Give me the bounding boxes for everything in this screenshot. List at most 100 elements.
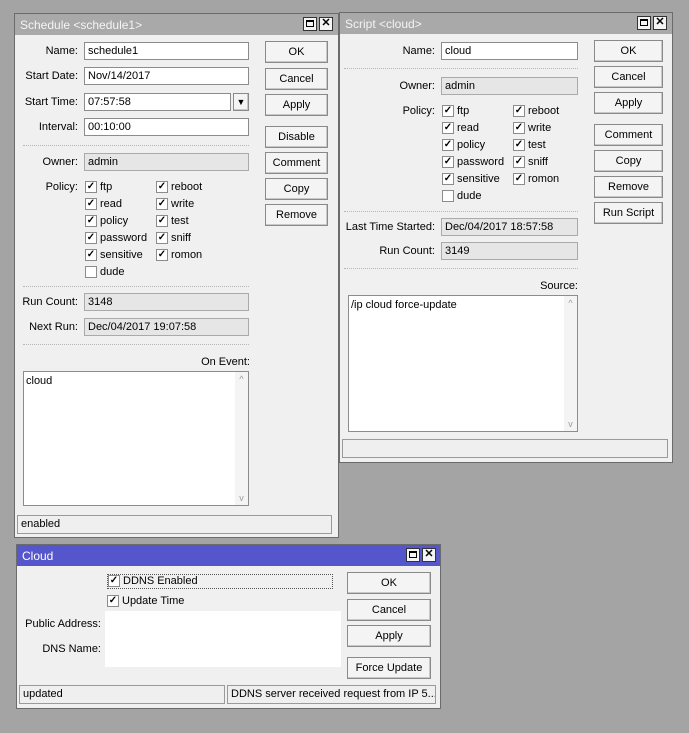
checkbox-box: ✓ <box>513 173 525 185</box>
cancel-button[interactable]: Cancel <box>347 599 431 621</box>
scroll-down-icon[interactable]: v <box>564 419 577 429</box>
name-field[interactable]: schedule1 <box>84 42 249 60</box>
maximize-icon[interactable] <box>303 17 317 31</box>
status-bar-right: DDNS server received request from IP 5..… <box>227 685 436 704</box>
public-address-field <box>105 611 341 637</box>
ok-button[interactable]: OK <box>265 41 328 63</box>
policy-romon-checkbox[interactable]: ✓ romon <box>156 249 202 263</box>
start-time-label: Start Time: <box>24 96 78 108</box>
schedule-window: Schedule <schedule1> ✕ Name: schedule1 S… <box>14 13 339 538</box>
policy-write-checkbox[interactable]: ✓ write <box>513 122 551 136</box>
source-textarea[interactable]: /ip cloud force-update ^ v <box>348 295 578 432</box>
public-address-label: Public Address: <box>25 618 101 630</box>
policy-test-checkbox[interactable]: ✓ test <box>156 215 189 229</box>
policy-reboot-checkbox[interactable]: ✓ reboot <box>156 181 202 195</box>
checkbox-box: ✓ <box>442 122 454 134</box>
close-icon[interactable]: ✕ <box>653 16 667 30</box>
scroll-down-icon[interactable]: v <box>235 493 248 503</box>
script-window: Script <cloud> ✕ Name: cloud Owner: admi… <box>339 12 673 463</box>
remove-button[interactable]: Remove <box>265 204 328 226</box>
policy-policy-checkbox[interactable]: ✓ policy <box>442 139 485 153</box>
apply-button[interactable]: Apply <box>594 92 663 114</box>
copy-button[interactable]: Copy <box>265 178 328 200</box>
policy-sniff-checkbox[interactable]: ✓ sniff <box>513 156 548 170</box>
checkbox-box <box>442 190 454 202</box>
separator <box>344 211 578 212</box>
copy-button[interactable]: Copy <box>594 150 663 172</box>
policy-sniff-checkbox[interactable]: ✓ sniff <box>156 232 191 246</box>
schedule-title: Schedule <schedule1> <box>20 18 143 32</box>
start-date-field[interactable]: Nov/14/2017 <box>84 67 249 85</box>
checkbox-box: ✓ <box>108 575 120 587</box>
scrollbar[interactable]: ^ v <box>235 372 248 505</box>
checkbox-box: ✓ <box>513 122 525 134</box>
policy-read-checkbox[interactable]: ✓ read <box>85 198 122 212</box>
start-time-dropdown-icon[interactable]: ▼ <box>233 93 249 111</box>
next-run-label: Next Run: <box>29 321 78 333</box>
scrollbar[interactable]: ^ v <box>564 296 577 431</box>
checkbox-box: ✓ <box>442 173 454 185</box>
remove-button[interactable]: Remove <box>594 176 663 198</box>
scroll-up-icon[interactable]: ^ <box>235 374 248 384</box>
policy-dude-checkbox[interactable]: dude <box>442 190 481 204</box>
cloud-titlebar[interactable]: Cloud <box>17 545 440 566</box>
policy-password-checkbox[interactable]: ✓ password <box>442 156 504 170</box>
separator <box>344 268 578 269</box>
separator <box>344 68 578 69</box>
policy-romon-checkbox[interactable]: ✓ romon <box>513 173 559 187</box>
checkbox-box: ✓ <box>513 156 525 168</box>
policy-sensitive-checkbox[interactable]: ✓ sensitive <box>85 249 143 263</box>
policy-password-checkbox[interactable]: ✓ password <box>85 232 147 246</box>
ok-button[interactable]: OK <box>347 572 431 594</box>
checkbox-box: ✓ <box>85 232 97 244</box>
policy-label: Policy: <box>402 105 435 117</box>
cancel-button[interactable]: Cancel <box>594 66 663 88</box>
apply-button[interactable]: Apply <box>347 625 431 647</box>
scroll-up-icon[interactable]: ^ <box>564 298 577 308</box>
close-icon[interactable]: ✕ <box>422 548 436 562</box>
checkbox-box: ✓ <box>85 215 97 227</box>
maximize-icon[interactable] <box>637 16 651 30</box>
run-script-button[interactable]: Run Script <box>594 202 663 224</box>
script-titlebar[interactable]: Script <cloud> <box>340 13 672 34</box>
name-field[interactable]: cloud <box>441 42 578 60</box>
interval-field[interactable]: 00:10:00 <box>84 118 249 136</box>
interval-label: Interval: <box>38 121 78 133</box>
policy-label: Policy: <box>45 181 78 193</box>
on-event-textarea[interactable]: cloud ^ v <box>23 371 249 506</box>
comment-button[interactable]: Comment <box>265 152 328 174</box>
comment-button[interactable]: Comment <box>594 124 663 146</box>
policy-dude-checkbox[interactable]: dude <box>85 266 124 280</box>
update-time-checkbox[interactable]: ✓ Update Time <box>107 595 184 609</box>
policy-test-checkbox[interactable]: ✓ test <box>513 139 546 153</box>
policy-reboot-checkbox[interactable]: ✓ reboot <box>513 105 559 119</box>
source-label: Source: <box>540 280 578 292</box>
status-bar <box>342 439 668 458</box>
checkbox-box: ✓ <box>156 232 168 244</box>
disable-button[interactable]: Disable <box>265 126 328 148</box>
ok-button[interactable]: OK <box>594 40 663 62</box>
force-update-button[interactable]: Force Update <box>347 657 431 679</box>
policy-ftp-checkbox[interactable]: ✓ ftp <box>442 105 469 119</box>
policy-read-checkbox[interactable]: ✓ read <box>442 122 479 136</box>
name-label: Name: <box>45 45 78 57</box>
policy-sensitive-checkbox[interactable]: ✓ sensitive <box>442 173 500 187</box>
start-time-field[interactable]: 07:57:58 <box>84 93 231 111</box>
schedule-titlebar[interactable]: Schedule <schedule1> <box>15 14 338 35</box>
cloud-window: Cloud ✕ ✓ DDNS Enabled ✓ Update Time Publi… <box>16 544 441 709</box>
checkbox-box <box>85 266 97 278</box>
separator <box>23 344 249 345</box>
checkbox-box: ✓ <box>513 139 525 151</box>
cancel-button[interactable]: Cancel <box>265 68 328 90</box>
run-count-field: 3149 <box>441 242 578 260</box>
policy-ftp-checkbox[interactable]: ✓ ftp <box>85 181 112 195</box>
policy-write-checkbox[interactable]: ✓ write <box>156 198 194 212</box>
ddns-enabled-checkbox[interactable]: ✓ DDNS Enabled <box>107 574 333 589</box>
close-icon[interactable]: ✕ <box>319 17 333 31</box>
maximize-icon[interactable] <box>406 548 420 562</box>
script-title: Script <cloud> <box>345 17 422 31</box>
status-left-text: updated <box>23 688 63 700</box>
checkbox-box: ✓ <box>85 198 97 210</box>
policy-policy-checkbox[interactable]: ✓ policy <box>85 215 128 229</box>
apply-button[interactable]: Apply <box>265 94 328 116</box>
